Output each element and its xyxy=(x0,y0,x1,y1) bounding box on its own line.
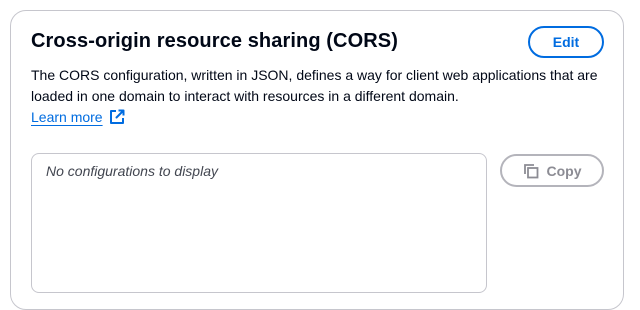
edit-button[interactable]: Edit xyxy=(528,26,604,58)
copy-button: Copy xyxy=(500,154,604,187)
copy-label: Copy xyxy=(546,162,582,179)
empty-state-text: No configurations to display xyxy=(46,163,218,179)
external-link-icon xyxy=(109,109,125,125)
copy-icon xyxy=(523,163,539,179)
learn-more-link[interactable]: Learn more xyxy=(31,107,125,127)
panel-title: Cross-origin resource sharing (CORS) xyxy=(31,30,398,52)
panel-description: The CORS configuration, written in JSON,… xyxy=(31,67,598,104)
cors-configuration-viewer[interactable]: No configurations to display xyxy=(31,153,487,293)
cors-panel: Cross-origin resource sharing (CORS) Edi… xyxy=(10,10,624,310)
learn-more-label: Learn more xyxy=(31,109,103,125)
